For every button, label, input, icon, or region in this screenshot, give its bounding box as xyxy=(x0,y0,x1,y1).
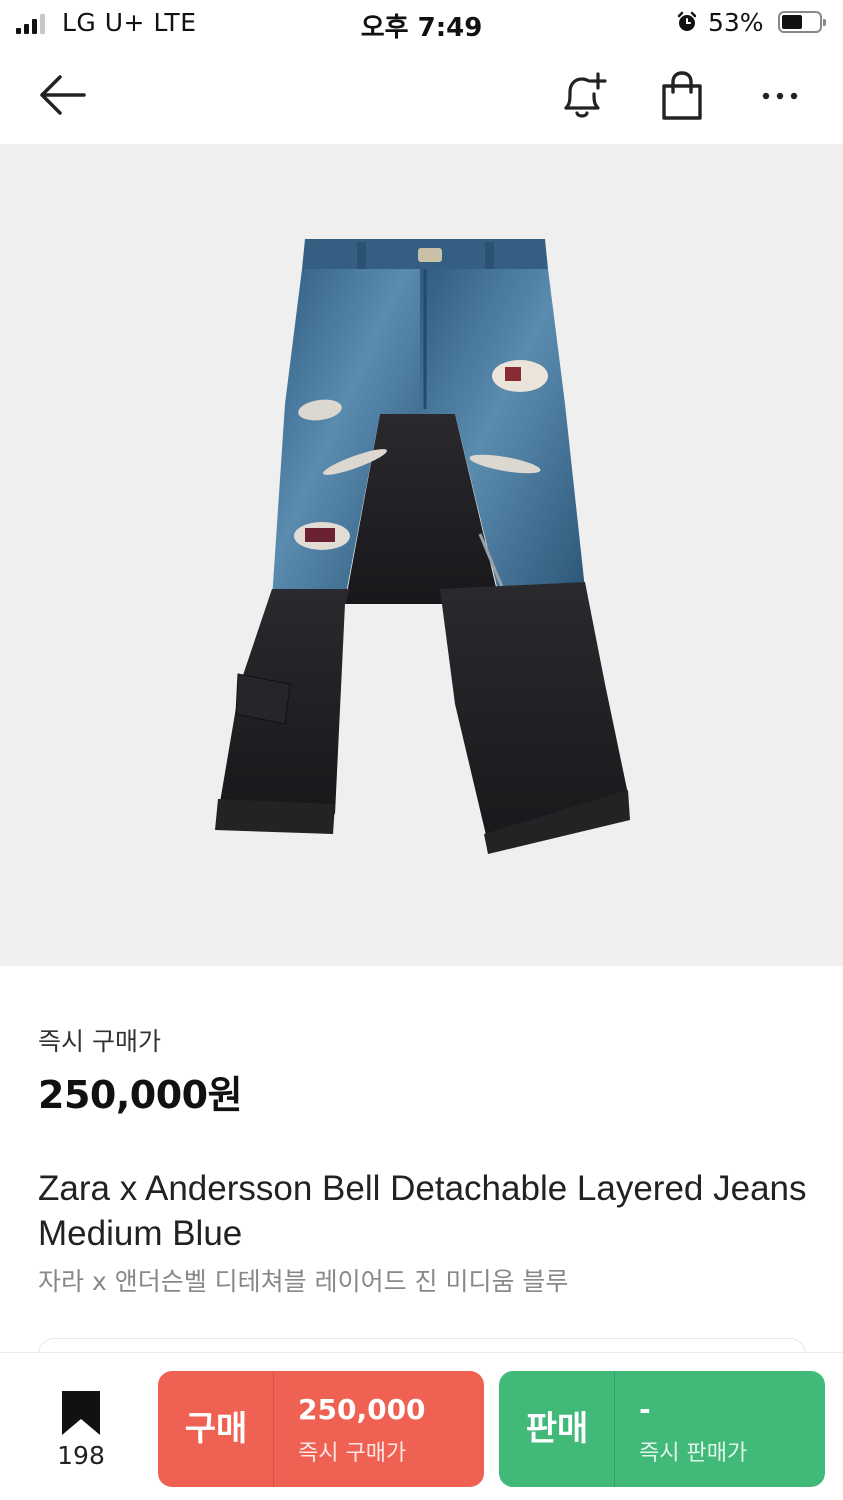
bottom-action-bar: 198 구매 250,000 즉시 구매가 판매 - 즉시 판매가 xyxy=(0,1352,843,1500)
instant-buy-price: 250,000원 xyxy=(38,1073,243,1117)
product-name-en: Zara x Andersson Bell Detachable Layered… xyxy=(38,1169,807,1253)
back-arrow-icon[interactable] xyxy=(34,72,90,118)
buy-button[interactable]: 구매 250,000 즉시 구매가 xyxy=(158,1371,484,1487)
battery-percent: 53% xyxy=(708,8,764,37)
buy-amount: 250,000 xyxy=(298,1393,426,1426)
price-label: 즉시 구매가 xyxy=(38,1027,161,1056)
sell-amount: - xyxy=(639,1393,651,1426)
sell-divider xyxy=(614,1371,615,1487)
sell-sub-label: 즉시 판매가 xyxy=(639,1441,748,1466)
wish-count: 198 xyxy=(57,1441,105,1470)
bell-plus-icon[interactable] xyxy=(554,68,610,124)
sell-button[interactable]: 판매 - 즉시 판매가 xyxy=(499,1371,825,1487)
battery-icon xyxy=(778,11,826,33)
wishlist-button[interactable]: 198 xyxy=(50,1389,112,1470)
alarm-icon xyxy=(677,11,697,31)
shopping-bag-icon[interactable] xyxy=(656,70,708,122)
product-image[interactable] xyxy=(0,144,843,966)
buy-label: 구매 xyxy=(184,1409,248,1449)
bookmark-icon xyxy=(62,1391,100,1435)
more-icon[interactable] xyxy=(754,78,806,114)
product-name-ko: 자라 x 앤더슨벨 디테쳐블 레이어드 진 미디움 블루 xyxy=(38,1267,569,1296)
nav-bar xyxy=(0,48,843,144)
jeans-illustration xyxy=(215,239,630,854)
sell-label: 판매 xyxy=(525,1409,589,1449)
buy-divider xyxy=(273,1371,274,1487)
buy-sub-label: 즉시 구매가 xyxy=(298,1441,407,1466)
status-bar: LG U+ LTE 오후 7:49 53% xyxy=(0,0,843,48)
